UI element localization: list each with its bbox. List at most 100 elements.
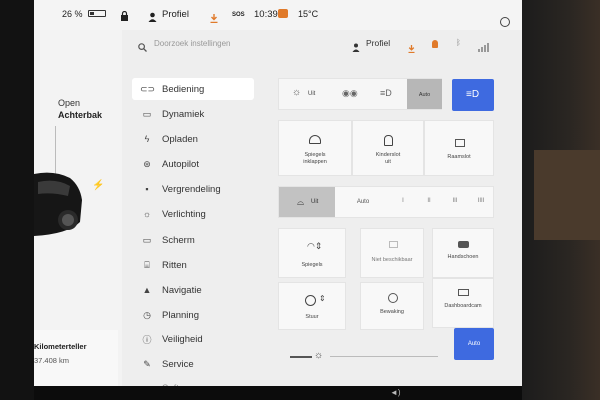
brightness-slider[interactable]: ☼ [286, 350, 442, 362]
taskbar: ◄) [34, 386, 522, 400]
high-beam-icon: ≡D [466, 89, 480, 100]
glovebox-icon [458, 241, 469, 248]
adjust-arrows-icon: ⇕ [319, 294, 326, 303]
search-profile-label[interactable]: Profiel [366, 38, 390, 48]
sidebar-item-label: Veiligheid [162, 333, 203, 345]
sidebar-item-scherm[interactable]: ▭ Scherm [132, 229, 254, 251]
sidebar-item-autopilot[interactable]: ⊛ Autopilot [132, 153, 254, 175]
profile-icon[interactable] [148, 9, 157, 22]
trunk-open-line1[interactable]: Open [58, 98, 80, 108]
wiper-auto-button[interactable]: Auto [337, 187, 389, 217]
headlight-adjust-icon [389, 241, 398, 248]
sidebar-item-label: Dynamiek [162, 108, 205, 120]
dashcam-button[interactable]: Dashboardcam [432, 278, 494, 328]
lock-icon[interactable] [120, 8, 129, 21]
sun-icon: ☼ [142, 209, 152, 219]
battery-percent: 26 % [62, 9, 83, 19]
clock-icon: ◷ [143, 309, 151, 320]
touchscreen: 26 % Profiel SOS 10:39 15°C Open Achterb… [34, 0, 522, 400]
wiper-icon: ⌓ [297, 197, 305, 207]
lights-off-button[interactable]: ☼ Uit [292, 87, 332, 100]
map-icon: ⌸ [144, 259, 150, 270]
window-lock-label: Raamslot [447, 154, 471, 160]
sidebar-item-ritten[interactable]: ⌸ Ritten [132, 254, 254, 276]
toggle-icon: ⊂⊃ [140, 83, 156, 94]
media-icon[interactable] [500, 17, 510, 27]
wiper-off-label: Uit [311, 199, 319, 205]
sidebar-item-label: Bediening [162, 83, 205, 95]
wiper-speed-1-button[interactable]: I [392, 187, 414, 217]
sun-icon: ☼ [292, 87, 302, 98]
mirror-adjust-button[interactable]: ◠⇕ Spiegels [278, 228, 346, 278]
profile-label[interactable]: Profiel [162, 9, 189, 20]
wiper-speed-label: IIII [477, 198, 485, 204]
sidebar-item-label: Autopilot [162, 158, 199, 170]
odometer-value: 37.408 km [34, 356, 70, 365]
high-beam-button[interactable]: ≡D [452, 79, 494, 111]
steering-wheel-icon: ⊛ [143, 158, 151, 169]
notification-bell-icon[interactable] [432, 40, 438, 48]
sidebar-item-opladen[interactable]: ϟ Opladen [132, 128, 254, 150]
wiper-speed-4-button[interactable]: IIII [470, 187, 492, 217]
car-image [34, 172, 82, 236]
search-bar: Doorzoek instellingen Profiel ᛒ [132, 34, 512, 56]
sidebar-item-label: Scherm [162, 234, 195, 246]
lights-auto-button[interactable]: Auto [407, 79, 442, 109]
wiper-speed-2-button[interactable]: II [418, 187, 440, 217]
display-icon: ▭ [142, 234, 152, 245]
wiper-auto-label: Auto [356, 199, 370, 205]
wiper-speed-label: II [427, 198, 431, 204]
sidebar-item-verlichting[interactable]: ☼ Verlichting [132, 203, 254, 225]
fold-mirrors-button[interactable]: Spiegels inklappen [278, 120, 352, 176]
sidebar-item-vergrendeling[interactable]: ▪ Vergrendeling [132, 178, 254, 200]
sidebar-item-label: Planning [162, 309, 199, 321]
glovebox-label: Handschoen [447, 254, 479, 260]
search-input[interactable]: Doorzoek instellingen [154, 39, 231, 48]
child-lock-button[interactable]: Kinderslot uit [352, 120, 424, 176]
mirror-icon [309, 135, 321, 144]
brightness-auto-button[interactable]: Auto [454, 328, 494, 360]
bluetooth-icon[interactable]: ᛒ [456, 38, 461, 47]
screen-bezel-left [0, 0, 34, 400]
info-icon: ⓘ [142, 334, 152, 345]
sidebar-item-veiligheid[interactable]: ⓘ Veiligheid [132, 328, 254, 350]
steering-label: Stuur [305, 314, 319, 320]
sidebar-item-service[interactable]: ✎ Service [132, 353, 254, 375]
sidebar-item-bediening[interactable]: ⊂⊃ Bediening [132, 78, 254, 100]
brightness-sun-icon: ☼ [314, 350, 324, 361]
wiper-off-button[interactable]: ⌓ Uit [279, 187, 335, 217]
sidebar-item-dynamiek[interactable]: ▭ Dynamiek [132, 103, 254, 125]
sidebar-item-planning[interactable]: ◷ Planning [132, 304, 254, 326]
fold-mirrors-label-2: inklappen [303, 159, 327, 165]
wiper-speed-3-button[interactable]: III [444, 187, 466, 217]
steering-adjust-button[interactable]: ⇕ Stuur [278, 282, 346, 330]
low-beam-icon[interactable]: ≡D [380, 88, 392, 98]
glovebox-button[interactable]: Handschoen [432, 228, 494, 278]
lock-icon: ▪ [145, 184, 149, 194]
odometer-label: Kilometerteller [34, 342, 87, 351]
download-icon[interactable] [210, 10, 218, 24]
sos-label[interactable]: SOS [232, 12, 245, 18]
status-bar: 26 % Profiel SOS 10:39 15°C [34, 0, 522, 30]
wiper-speed-label: III [452, 198, 458, 204]
download-icon[interactable] [408, 40, 415, 54]
sidebar-item-navigatie[interactable]: ▲ Navigatie [132, 279, 254, 301]
sentry-label: Bewaking [380, 309, 404, 315]
volume-icon[interactable]: ◄) [390, 388, 401, 397]
battery-icon [88, 10, 106, 17]
clock: 10:39 [254, 9, 278, 20]
parking-lights-icon[interactable]: ◉◉ [342, 88, 358, 99]
airbag-icon [278, 9, 288, 18]
mirror-adjust-icon: ◠⇕ [307, 241, 323, 251]
wrench-icon: ✎ [143, 358, 151, 369]
profile-icon[interactable] [352, 39, 360, 52]
fold-mirrors-label-1: Spiegels [304, 152, 326, 158]
dashboard-wood-trim [534, 150, 600, 240]
mirror-adjust-label: Spiegels [301, 262, 323, 268]
brightness-auto-label: Auto [467, 341, 481, 347]
sidebar-item-label: Verlichting [162, 208, 206, 220]
window-lock-button[interactable]: Raamslot [424, 120, 494, 176]
sentry-button[interactable]: Bewaking [360, 282, 424, 330]
trunk-open-line2[interactable]: Achterbak [58, 110, 102, 120]
wiper-speed-label: I [402, 198, 404, 204]
